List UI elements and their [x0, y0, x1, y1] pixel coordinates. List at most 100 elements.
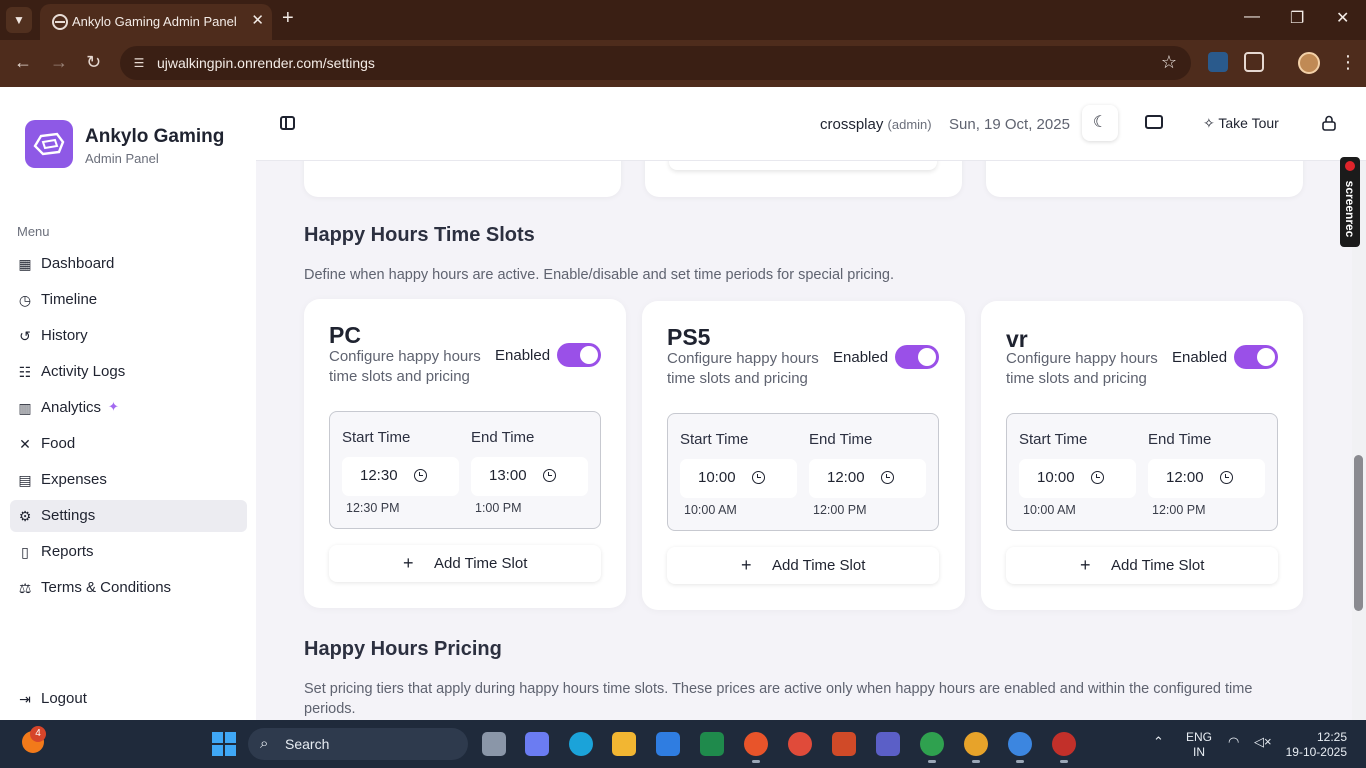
sparkle-icon: ✧	[1203, 115, 1215, 131]
profile-avatar[interactable]	[1298, 52, 1320, 74]
start-time-display: 10:00 AM	[684, 503, 737, 517]
search-label: Search	[285, 736, 330, 752]
scrollbar-thumb[interactable]	[1354, 455, 1363, 611]
chrome-icon[interactable]	[788, 732, 812, 756]
sidebar-item-label: History	[41, 327, 88, 344]
address-bar[interactable]: ☰ ujwalkingpin.onrender.com/settings ☆	[120, 46, 1191, 80]
firefox-icon[interactable]	[744, 732, 768, 763]
site-info-icon[interactable]: ☰	[130, 54, 148, 72]
sidebar-item-history[interactable]: ↺ History	[10, 320, 247, 352]
sidebar-toggle-icon[interactable]	[280, 116, 295, 130]
chrome-profile-icon[interactable]	[1008, 732, 1032, 763]
tray-overflow-icon[interactable]: ⌃	[1153, 734, 1164, 750]
puzzle-icon[interactable]	[1244, 52, 1264, 72]
clock-icon[interactable]	[881, 471, 894, 484]
sparkle-icon: ✦	[108, 399, 119, 414]
forward-button[interactable]: →	[50, 52, 68, 73]
region-code: IN	[1193, 745, 1205, 759]
wpm-icon[interactable]	[1052, 732, 1076, 763]
teams-icon[interactable]	[876, 732, 900, 756]
start-button[interactable]	[212, 732, 236, 756]
sidebar-item-dashboard[interactable]: ▦ Dashboard	[10, 248, 247, 280]
back-button[interactable]: ←	[14, 52, 32, 73]
sidebar-item-analytics[interactable]: ▥ Analytics ✦	[10, 392, 247, 424]
powerpoint-icon[interactable]	[832, 732, 856, 756]
sidebar-item-settings[interactable]: ⚙ Settings	[10, 500, 247, 532]
task-view-icon[interactable]	[482, 732, 506, 756]
taskbar-search[interactable]: ⌕ Search	[248, 728, 468, 760]
time-slot: Start Time End Time 10:00 12:00 10:00 AM…	[667, 413, 939, 531]
current-user: crossplay (admin)	[820, 116, 932, 133]
add-time-slot-button[interactable]: + Add Time Slot	[1006, 547, 1278, 584]
theme-toggle-button[interactable]: ☾	[1082, 105, 1118, 141]
top-header: crossplay (admin) Sun, 19 Oct, 2025 ☾ ✧ …	[256, 87, 1366, 161]
copilot-icon[interactable]	[525, 732, 549, 756]
pricing-description: Set pricing tiers that apply during happ…	[304, 681, 1253, 717]
lock-icon[interactable]	[1322, 115, 1336, 131]
clock-date: 19-10-2025	[1285, 745, 1347, 759]
add-time-slot-button[interactable]: + Add Time Slot	[667, 547, 939, 584]
wifi-icon[interactable]: ◠	[1228, 734, 1239, 750]
sidebar-item-reports[interactable]: ▯ Reports	[10, 536, 247, 568]
enabled-toggle[interactable]	[1234, 345, 1278, 369]
sidebar-item-food[interactable]: ✕ Food	[10, 428, 247, 460]
take-tour-button[interactable]: ✧ Take Tour	[1203, 115, 1279, 132]
browser-menu-icon[interactable]: ⋮	[1339, 52, 1357, 73]
excel-icon[interactable]	[700, 732, 724, 756]
chrome-profile-icon[interactable]	[964, 732, 988, 763]
clock-icon[interactable]	[1091, 471, 1104, 484]
sidebar-item-expenses[interactable]: ▤ Expenses	[10, 464, 247, 496]
chrome-profile-icon[interactable]	[920, 732, 944, 763]
start-time-input[interactable]: 10:00	[1019, 459, 1136, 498]
close-tab-icon[interactable]: ✕	[251, 11, 264, 29]
screenrec-widget[interactable]: screenrec	[1340, 157, 1360, 247]
new-tab-button[interactable]: +	[282, 7, 294, 30]
end-time-input[interactable]: 12:00	[1148, 459, 1265, 498]
tab-search-button[interactable]: ▼	[6, 7, 32, 33]
toggle-knob	[580, 346, 598, 364]
enabled-toggle[interactable]	[557, 343, 601, 367]
bookmark-star-icon[interactable]: ☆	[1161, 52, 1177, 73]
windows-taskbar: 4 ⌕ Search ⌃ ENG IN ◠ ◁× 12:25 19-10-202…	[0, 720, 1366, 768]
sidebar-item-timeline[interactable]: ◷ Timeline	[10, 284, 247, 316]
edge-icon[interactable]	[569, 732, 593, 756]
file-icon: ▯	[21, 544, 29, 560]
maximize-button[interactable]: ❐	[1290, 8, 1304, 28]
sidebar-item-label: Reports	[41, 543, 94, 560]
clock-icon[interactable]	[414, 469, 427, 482]
toggle-knob	[918, 348, 936, 366]
sidebar-item-label: Food	[41, 435, 76, 452]
add-time-slot-button[interactable]: + Add Time Slot	[329, 545, 601, 582]
end-time-display: 12:00 PM	[813, 503, 867, 517]
keyboard-shortcuts-icon[interactable]	[1145, 115, 1163, 129]
logout-label: Logout	[41, 690, 87, 707]
sidebar-item-activity-logs[interactable]: ☷ Activity Logs	[10, 356, 247, 388]
taskbar-clock[interactable]: 12:25 19-10-2025	[1283, 730, 1347, 760]
store-icon[interactable]	[656, 732, 680, 756]
logout-button[interactable]: ⇥ Logout	[10, 683, 247, 713]
file-explorer-icon[interactable]	[612, 732, 636, 756]
record-icon	[1345, 161, 1355, 171]
settings-card	[986, 161, 1303, 197]
end-time-input[interactable]: 13:00	[471, 457, 588, 496]
browser-tab[interactable]: Ankylo Gaming Admin Panel ✕	[40, 4, 272, 40]
current-date: Sun, 19 Oct, 2025	[949, 116, 1070, 133]
reload-button[interactable]: ↻	[86, 52, 101, 73]
start-time-input[interactable]: 12:30	[342, 457, 459, 496]
clock-icon[interactable]	[752, 471, 765, 484]
happy-hours-title: Happy Hours Time Slots	[304, 224, 535, 246]
sidebar-item-label: Expenses	[41, 471, 107, 488]
sidebar-item-terms[interactable]: ⚖ Terms & Conditions	[10, 572, 247, 604]
volume-muted-icon[interactable]: ◁×	[1254, 734, 1272, 750]
end-time-input[interactable]: 12:00	[809, 459, 926, 498]
language-indicator[interactable]: ENG IN	[1186, 730, 1212, 760]
start-time-input[interactable]: 10:00	[680, 459, 797, 498]
clock-icon[interactable]	[543, 469, 556, 482]
enabled-toggle[interactable]	[895, 345, 939, 369]
start-time-value: 10:00	[698, 469, 736, 486]
close-window-button[interactable]: ✕	[1336, 8, 1349, 28]
extension-icon[interactable]	[1208, 52, 1228, 72]
url-text: ujwalkingpin.onrender.com/settings	[157, 55, 375, 71]
minimize-button[interactable]: —	[1244, 8, 1260, 26]
clock-icon[interactable]	[1220, 471, 1233, 484]
